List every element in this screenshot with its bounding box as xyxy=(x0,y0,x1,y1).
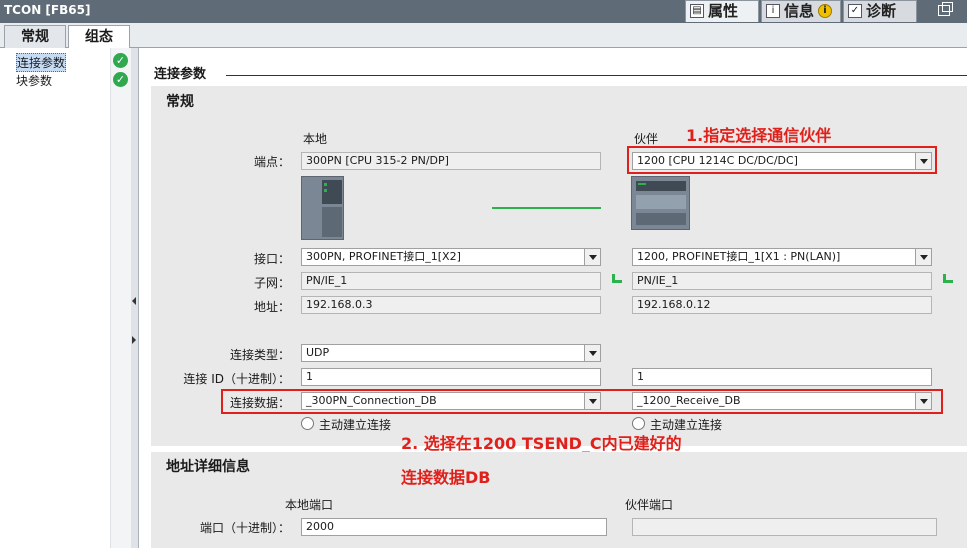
nav-status-column xyxy=(110,48,131,548)
partner-header: 伙伴 xyxy=(634,132,659,146)
tab-diagnostics[interactable]: ✓ 诊断 xyxy=(843,0,917,22)
annotation-2-line2: 连接数据DB xyxy=(401,468,491,487)
port-label: 端口（十进制）： xyxy=(199,521,290,535)
local-header: 本地 xyxy=(303,132,328,146)
connection-data-local-select[interactable]: _300PN_Connection_DB xyxy=(301,392,601,410)
tab-general[interactable]: 常规 xyxy=(4,25,66,48)
port-partner-field xyxy=(632,518,937,536)
interface-local-select[interactable]: 300PN, PROFINET接口_1[X2] xyxy=(301,248,601,266)
connection-data-partner-select[interactable]: _1200_Receive_DB xyxy=(632,392,932,410)
connection-type-select[interactable]: UDP xyxy=(301,344,601,362)
status-ok-icon: ✓ xyxy=(113,72,128,87)
chevron-down-icon[interactable] xyxy=(584,345,600,361)
port-local-input[interactable]: 2000 xyxy=(301,518,607,536)
endpoint-partner-select[interactable]: 1200 [CPU 1214C DC/DC/DC] xyxy=(632,152,932,170)
expand-right-icon[interactable] xyxy=(132,336,136,344)
interface-partner-value: 1200, PROFINET接口_1[X1 : PN(LAN)] xyxy=(637,250,841,263)
section-title: 连接参数 xyxy=(154,67,207,82)
subnet-local-field: PN/IE_1 xyxy=(301,272,601,290)
endpoint-local-field: 300PN [CPU 315-2 PN/DP] xyxy=(301,152,601,170)
local-cpu-image xyxy=(301,176,344,240)
subnet-label: 子网： xyxy=(253,276,290,290)
interface-label: 接口： xyxy=(253,252,290,266)
section-divider xyxy=(226,75,967,76)
connection-id-label: 连接 ID（十进制）： xyxy=(183,372,290,386)
chevron-down-icon[interactable] xyxy=(584,249,600,265)
window-title: TCON [FB65] xyxy=(4,3,91,17)
left-nav xyxy=(0,48,131,548)
connection-id-partner-input[interactable]: 1 xyxy=(632,368,932,386)
interface-local-value: 300PN, PROFINET接口_1[X2] xyxy=(306,250,461,263)
active-connect-local-radio[interactable] xyxy=(301,417,314,430)
connection-type-label: 连接类型： xyxy=(229,348,290,362)
info-badge-icon: i xyxy=(818,4,832,18)
chevron-down-icon[interactable] xyxy=(915,153,931,169)
address-details-title: 地址详细信息 xyxy=(166,459,250,475)
connection-line xyxy=(492,207,601,209)
network-icon xyxy=(612,274,622,284)
subnet-partner-field: PN/IE_1 xyxy=(632,272,932,290)
tab-configuration[interactable]: 组态 xyxy=(68,25,130,49)
sub-tab-bar xyxy=(0,23,967,48)
diagnostics-icon: ✓ xyxy=(848,4,862,18)
chevron-down-icon[interactable] xyxy=(915,393,931,409)
connection-data-local-value: _300PN_Connection_DB xyxy=(306,394,437,407)
chevron-down-icon[interactable] xyxy=(915,249,931,265)
endpoint-label: 端点： xyxy=(253,155,290,169)
nav-item-connection-params[interactable]: 连接参数 xyxy=(16,53,67,72)
address-label: 地址： xyxy=(253,300,290,314)
annotation-1: 1.指定选择通信伙伴 xyxy=(686,126,832,145)
status-ok-icon: ✓ xyxy=(113,53,128,68)
properties-icon: ▤ xyxy=(690,4,704,18)
tab-info-label: 信息 xyxy=(784,2,815,20)
annotation-2-line1: 2. 选择在1200 TSEND_C内已建好的 xyxy=(401,434,682,453)
nav-item-block-params[interactable]: 块参数 xyxy=(16,72,52,89)
collapse-left-icon[interactable] xyxy=(132,297,136,305)
tab-info[interactable]: i 信息 i xyxy=(761,0,841,22)
partner-port-header: 伙伴端口 xyxy=(625,498,674,512)
connection-data-label: 连接数据： xyxy=(229,396,290,410)
local-port-header: 本地端口 xyxy=(285,498,334,512)
tab-properties[interactable]: ▤ 属性 xyxy=(685,0,759,22)
info-icon: i xyxy=(766,4,780,18)
tab-diagnostics-label: 诊断 xyxy=(866,2,897,20)
active-connect-local-label: 主动建立连接 xyxy=(319,418,392,432)
network-icon xyxy=(943,274,953,284)
tab-properties-label: 属性 xyxy=(708,2,739,20)
partner-cpu-image xyxy=(631,176,690,230)
address-local-field: 192.168.0.3 xyxy=(301,296,601,314)
restore-window-icon[interactable] xyxy=(938,2,953,16)
connection-id-local-input[interactable]: 1 xyxy=(301,368,601,386)
interface-partner-select[interactable]: 1200, PROFINET接口_1[X1 : PN(LAN)] xyxy=(632,248,932,266)
chevron-down-icon[interactable] xyxy=(584,393,600,409)
endpoint-partner-value: 1200 [CPU 1214C DC/DC/DC] xyxy=(637,154,798,167)
address-partner-field: 192.168.0.12 xyxy=(632,296,932,314)
connection-type-value: UDP xyxy=(306,346,330,359)
connection-data-partner-value: _1200_Receive_DB xyxy=(637,394,741,407)
active-connect-partner-radio[interactable] xyxy=(632,417,645,430)
general-title: 常规 xyxy=(166,94,194,110)
